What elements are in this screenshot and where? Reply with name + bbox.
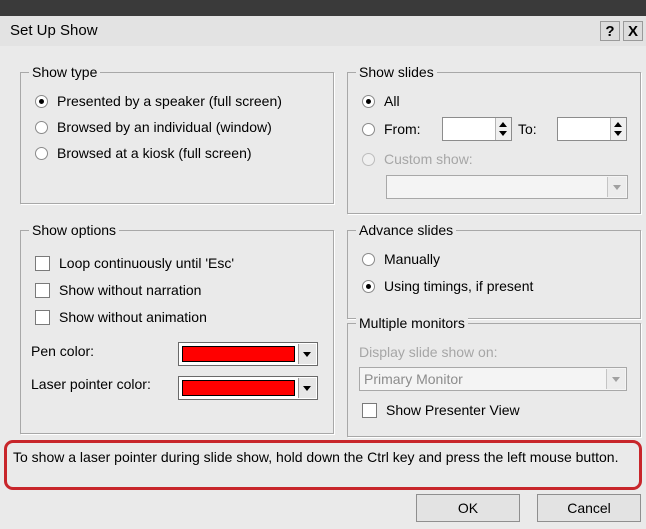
- laser-color-picker[interactable]: [178, 376, 318, 400]
- chevron-down-icon: [303, 386, 311, 391]
- display-on-label: Display slide show on:: [359, 344, 498, 360]
- radio-selected-icon[interactable]: [35, 94, 48, 108]
- multiple-monitors-legend: Multiple monitors: [356, 315, 468, 331]
- advance-manually-option[interactable]: Manually: [362, 251, 440, 267]
- advance-timings-option[interactable]: Using timings, if present: [362, 278, 533, 294]
- show-slides-group: Show slides All From: To: Custom show:: [347, 64, 641, 214]
- advance-slides-group: Advance slides Manually Using timings, i…: [347, 222, 641, 319]
- radio-selected-icon[interactable]: [362, 279, 375, 293]
- checkbox-icon[interactable]: [35, 282, 50, 298]
- show-type-kiosk-option[interactable]: Browsed at a kiosk (full screen): [35, 145, 252, 161]
- to-slide-spinner[interactable]: [557, 117, 627, 141]
- radio-disabled-icon[interactable]: [362, 152, 375, 166]
- pen-color-picker[interactable]: [178, 342, 318, 366]
- show-options-legend: Show options: [29, 222, 120, 238]
- loop-continuously-label: Loop continuously until 'Esc': [59, 255, 235, 271]
- chevron-down-icon: [613, 185, 621, 190]
- show-type-kiosk-label: Browsed at a kiosk (full screen): [57, 145, 252, 161]
- advance-manually-label: Manually: [384, 251, 441, 267]
- checkbox-icon[interactable]: [362, 402, 377, 418]
- radio-icon[interactable]: [362, 252, 375, 266]
- to-slide-label: To:: [518, 121, 537, 137]
- title-bar: Set Up Show ? X: [0, 16, 646, 46]
- advance-slides-legend: Advance slides: [356, 222, 457, 238]
- dropdown-button[interactable]: [606, 369, 625, 389]
- multiple-monitors-group: Multiple monitors Display slide show on:…: [347, 315, 641, 437]
- monitor-value: Primary Monitor: [364, 371, 463, 387]
- show-type-speaker-option[interactable]: Presented by a speaker (full screen): [35, 93, 282, 109]
- no-animation-label: Show without animation: [59, 309, 207, 325]
- cancel-button[interactable]: Cancel: [537, 494, 641, 522]
- spin-up-icon[interactable]: [614, 122, 622, 127]
- loop-continuously-option[interactable]: Loop continuously until 'Esc': [35, 255, 234, 271]
- dropdown-button[interactable]: [298, 378, 316, 398]
- show-type-individual-option[interactable]: Browsed by an individual (window): [35, 119, 272, 135]
- laser-pointer-hint: To show a laser pointer during slide sho…: [4, 440, 642, 490]
- spin-arrows[interactable]: [495, 118, 511, 140]
- laser-color-label: Laser pointer color:: [31, 376, 151, 392]
- chevron-down-icon: [612, 377, 620, 382]
- radio-icon[interactable]: [362, 122, 375, 136]
- custom-show-dropdown[interactable]: [386, 175, 628, 199]
- dropdown-button[interactable]: [607, 177, 626, 197]
- spin-arrows[interactable]: [610, 118, 626, 140]
- radio-icon[interactable]: [35, 120, 48, 134]
- ok-button[interactable]: OK: [416, 494, 520, 522]
- spin-up-icon[interactable]: [499, 122, 507, 127]
- advance-timings-label: Using timings, if present: [384, 278, 534, 294]
- presenter-view-option[interactable]: Show Presenter View: [362, 402, 520, 418]
- help-button[interactable]: ?: [600, 21, 620, 41]
- show-slides-legend: Show slides: [356, 64, 437, 80]
- pen-color-label: Pen color:: [31, 343, 95, 359]
- no-narration-option[interactable]: Show without narration: [35, 282, 201, 298]
- presenter-view-label: Show Presenter View: [386, 402, 520, 418]
- hint-text: To show a laser pointer during slide sho…: [13, 449, 619, 465]
- radio-icon[interactable]: [35, 146, 48, 160]
- spin-down-icon[interactable]: [499, 131, 507, 136]
- show-slides-all-option[interactable]: All: [362, 93, 400, 109]
- show-type-group: Show type Presented by a speaker (full s…: [20, 64, 334, 204]
- show-slides-all-label: All: [384, 93, 400, 109]
- pen-color-swatch: [182, 346, 295, 362]
- custom-show-label: Custom show:: [384, 151, 473, 167]
- chevron-down-icon: [303, 352, 311, 357]
- from-slide-spinner[interactable]: [442, 117, 512, 141]
- show-type-individual-label: Browsed by an individual (window): [57, 119, 272, 135]
- no-narration-label: Show without narration: [59, 282, 202, 298]
- show-slides-custom-option[interactable]: Custom show:: [362, 151, 473, 167]
- show-slides-from-option[interactable]: From:: [362, 121, 421, 137]
- dialog-title: Set Up Show: [10, 22, 98, 39]
- set-up-show-dialog: Set Up Show ? X Show type Presented by a…: [0, 16, 646, 529]
- laser-color-swatch: [182, 380, 295, 396]
- checkbox-icon[interactable]: [35, 309, 50, 325]
- monitor-dropdown[interactable]: Primary Monitor: [359, 367, 627, 391]
- no-animation-option[interactable]: Show without animation: [35, 309, 207, 325]
- spin-down-icon[interactable]: [614, 131, 622, 136]
- show-slides-from-label: From:: [384, 121, 421, 137]
- show-options-group: Show options Loop continuously until 'Es…: [20, 222, 334, 434]
- radio-selected-icon[interactable]: [362, 94, 375, 108]
- dropdown-button[interactable]: [298, 344, 316, 364]
- close-button[interactable]: X: [623, 21, 643, 41]
- show-type-legend: Show type: [29, 64, 101, 80]
- checkbox-icon[interactable]: [35, 255, 50, 271]
- show-type-speaker-label: Presented by a speaker (full screen): [57, 93, 282, 109]
